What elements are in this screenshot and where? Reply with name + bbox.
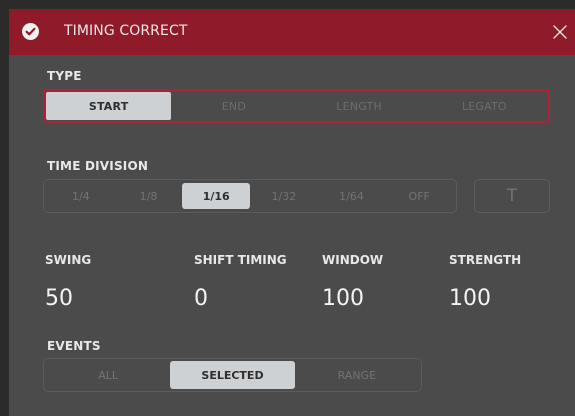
dialog-titlebar: TIMING CORRECT	[9, 9, 575, 55]
window-value[interactable]: 100	[322, 286, 364, 311]
check-circle-icon	[22, 23, 39, 40]
division-option-1-32[interactable]: 1/32	[250, 183, 318, 209]
timing-correct-dialog: TIMING CORRECT TYPE START END LENGTH LEG…	[9, 9, 575, 416]
time-division-label: TIME DIVISION	[47, 159, 149, 173]
close-button[interactable]	[550, 22, 570, 42]
events-option-selected[interactable]: SELECTED	[170, 361, 295, 389]
division-option-off[interactable]: OFF	[385, 183, 453, 209]
events-option-all[interactable]: ALL	[46, 361, 170, 389]
events-label: EVENTS	[47, 339, 101, 353]
window-label: WINDOW	[322, 253, 384, 267]
type-selector: START END LENGTH LEGATO	[43, 89, 550, 123]
division-option-1-8[interactable]: 1/8	[115, 183, 183, 209]
division-option-1-64[interactable]: 1/64	[318, 183, 386, 209]
type-option-legato[interactable]: LEGATO	[422, 92, 547, 120]
strength-label: STRENGTH	[449, 253, 522, 267]
strength-value[interactable]: 100	[449, 286, 491, 311]
swing-value[interactable]: 50	[45, 286, 73, 311]
events-selector: ALL SELECTED RANGE	[43, 358, 422, 392]
dialog-title: TIMING CORRECT	[64, 23, 188, 39]
time-division-selector: 1/4 1/8 1/16 1/32 1/64 OFF	[43, 179, 457, 213]
close-icon	[553, 25, 567, 39]
shift-timing-label: SHIFT TIMING	[194, 253, 287, 267]
type-option-end[interactable]: END	[171, 92, 296, 120]
events-option-range[interactable]: RANGE	[295, 361, 419, 389]
type-option-start[interactable]: START	[46, 92, 172, 120]
division-option-1-16[interactable]: 1/16	[182, 183, 251, 209]
triplet-button[interactable]: T	[474, 179, 550, 213]
division-option-1-4[interactable]: 1/4	[47, 183, 115, 209]
swing-label: SWING	[45, 253, 92, 267]
type-option-length[interactable]: LENGTH	[297, 92, 422, 120]
type-label: TYPE	[47, 69, 82, 83]
shift-timing-value[interactable]: 0	[194, 286, 208, 311]
